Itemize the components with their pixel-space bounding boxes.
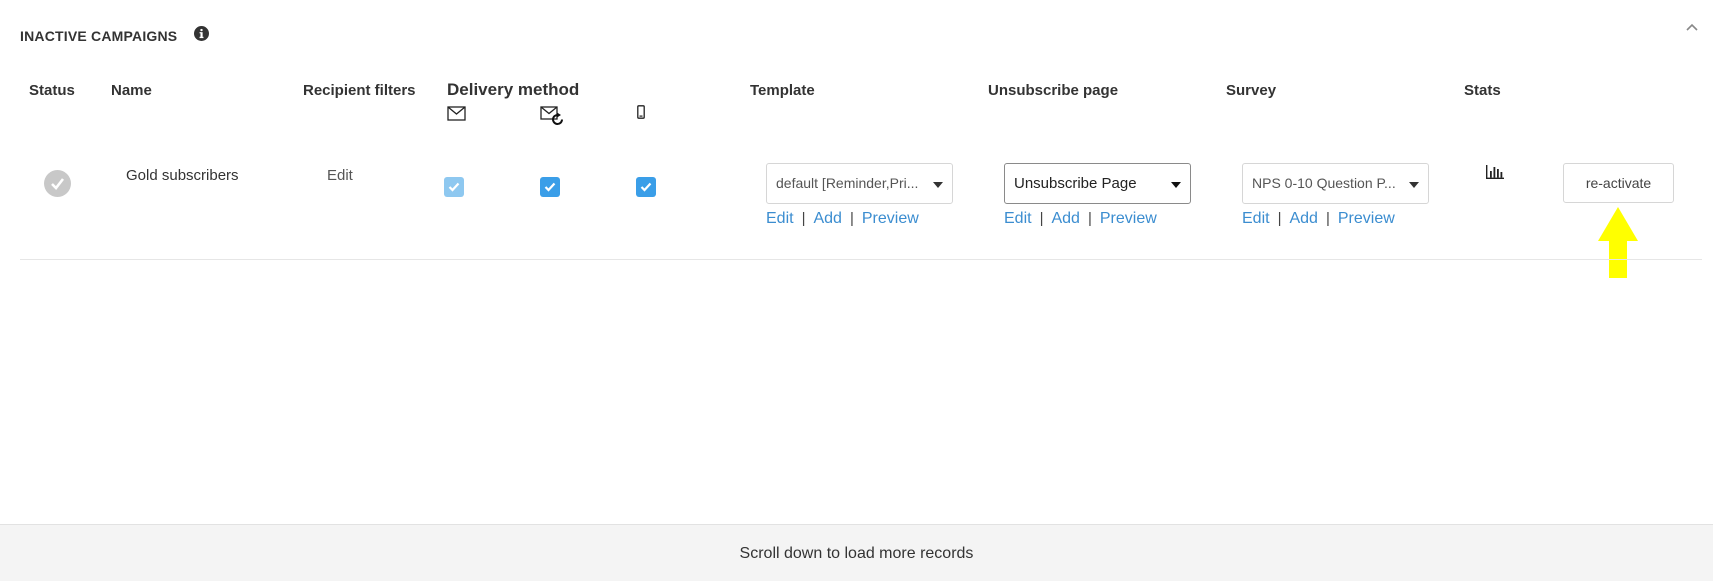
delivery-email-reminder-checkbox[interactable] <box>540 177 560 197</box>
template-select[interactable]: default [Reminder,Pri... <box>766 163 953 204</box>
survey-add-link[interactable]: Add <box>1289 210 1317 227</box>
survey-select-value: NPS 0-10 Question P... <box>1252 175 1396 191</box>
unsubscribe-links: Edit | Add | Preview <box>1004 210 1157 228</box>
survey-links: Edit | Add | Preview <box>1242 210 1395 228</box>
survey-select[interactable]: NPS 0-10 Question P... <box>1242 163 1429 204</box>
link-separator: | <box>849 210 854 227</box>
column-header-recipient-filters: Recipient filters <box>303 82 416 99</box>
load-more-footer[interactable]: Scroll down to load more records <box>0 524 1713 581</box>
link-separator: | <box>801 210 806 227</box>
load-more-text: Scroll down to load more records <box>739 545 974 562</box>
template-add-link[interactable]: Add <box>813 210 841 227</box>
unsubscribe-select-value: Unsubscribe Page <box>1014 175 1137 192</box>
link-separator: | <box>1277 210 1282 227</box>
chevron-up-icon[interactable] <box>1684 20 1700 36</box>
envelope-icon <box>447 106 466 121</box>
link-separator: | <box>1087 210 1092 227</box>
column-header-delivery-method: Delivery method <box>447 80 580 99</box>
section-title: INACTIVE CAMPAIGNS <box>20 28 178 44</box>
mobile-phone-icon <box>637 105 645 119</box>
delivery-email-checkbox[interactable] <box>444 177 464 197</box>
column-header-status: Status <box>29 82 75 99</box>
template-links: Edit | Add | Preview <box>766 210 919 228</box>
caret-down-icon <box>1171 182 1181 188</box>
info-circle-icon[interactable] <box>194 26 209 41</box>
up-arrow-icon <box>1598 207 1638 278</box>
reactivate-button[interactable]: re-activate <box>1563 163 1674 203</box>
survey-preview-link[interactable]: Preview <box>1338 210 1395 227</box>
column-header-template: Template <box>750 82 815 99</box>
delivery-sms-checkbox[interactable] <box>636 177 656 197</box>
recipient-filter-edit-link[interactable]: Edit <box>327 167 353 184</box>
template-preview-link[interactable]: Preview <box>862 210 919 227</box>
unsubscribe-edit-link[interactable]: Edit <box>1004 210 1032 227</box>
survey-edit-link[interactable]: Edit <box>1242 210 1270 227</box>
row-divider <box>20 259 1702 260</box>
column-header-unsubscribe-page: Unsubscribe page <box>988 82 1119 99</box>
bar-chart-icon[interactable] <box>1485 164 1505 180</box>
template-edit-link[interactable]: Edit <box>766 210 794 227</box>
link-separator: | <box>1039 210 1044 227</box>
column-header-survey: Survey <box>1226 82 1277 99</box>
caret-down-icon <box>933 182 943 188</box>
envelope-refresh-icon <box>540 106 563 125</box>
column-header-name: Name <box>111 82 152 99</box>
status-check-icon <box>44 170 71 197</box>
caret-down-icon <box>1409 182 1419 188</box>
template-select-value: default [Reminder,Pri... <box>776 175 919 191</box>
column-header-stats: Stats <box>1464 82 1501 99</box>
campaign-name: Gold subscribers <box>126 167 239 184</box>
link-separator: | <box>1325 210 1330 227</box>
unsubscribe-preview-link[interactable]: Preview <box>1100 210 1157 227</box>
unsubscribe-add-link[interactable]: Add <box>1051 210 1079 227</box>
unsubscribe-page-select[interactable]: Unsubscribe Page <box>1004 163 1191 204</box>
